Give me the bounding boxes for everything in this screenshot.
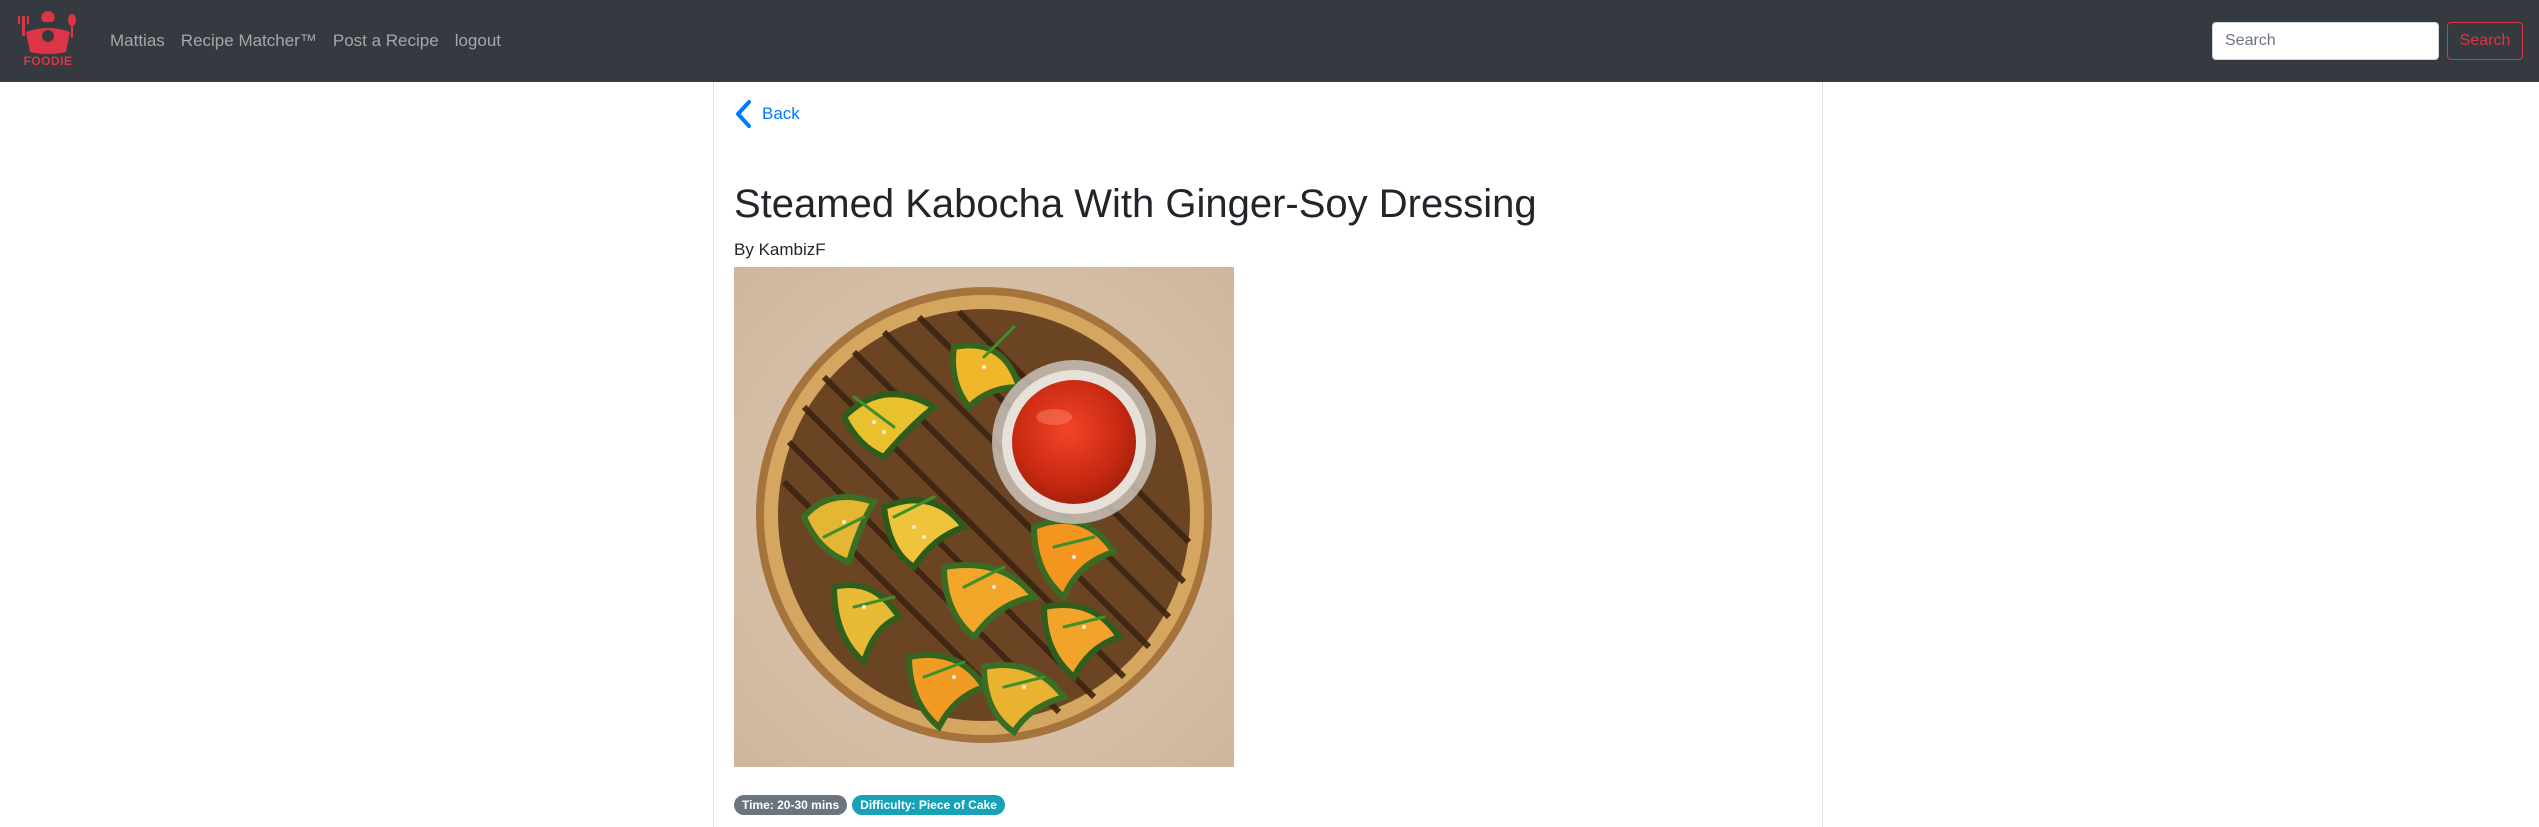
nav-link-logout[interactable]: logout (455, 31, 501, 51)
difficulty-badge: Difficulty: Piece of Cake (852, 795, 1005, 815)
back-label: Back (762, 104, 800, 123)
back-link[interactable]: Back (734, 100, 800, 128)
nav-links: Mattias Recipe Matcher™ Post a Recipe lo… (110, 0, 517, 82)
chef-pot-icon (18, 11, 76, 54)
time-badge: Time: 20-30 mins (734, 795, 848, 815)
recipe-badges: Time: 20-30 mins Difficulty: Piece of Ca… (734, 795, 1010, 815)
brand-text: FOODIE (23, 54, 73, 68)
nav-link-profile[interactable]: Mattias (110, 31, 165, 51)
steamed-kabocha-photo (734, 267, 1234, 767)
recipe-image (734, 267, 1234, 767)
chevron-left-icon (736, 100, 751, 128)
recipe-title: Steamed Kabocha With Ginger-Soy Dressing (734, 182, 1537, 226)
recipe-author: KambizF (758, 240, 826, 259)
nav-link-post-recipe[interactable]: Post a Recipe (333, 31, 439, 51)
search-input[interactable] (2212, 22, 2439, 60)
byline-prefix: By (734, 240, 754, 259)
foodie-logo[interactable]: FOODIE (16, 10, 80, 70)
top-navbar: FOODIE Mattias Recipe Matcher™ Post a Re… (0, 0, 2539, 82)
nav-link-recipe-matcher[interactable]: Recipe Matcher™ (181, 31, 317, 51)
search-button[interactable]: Search (2447, 22, 2523, 60)
recipe-detail: Back Steamed Kabocha With Ginger-Soy Dre… (713, 82, 1823, 827)
recipe-byline: By KambizF (734, 240, 826, 260)
